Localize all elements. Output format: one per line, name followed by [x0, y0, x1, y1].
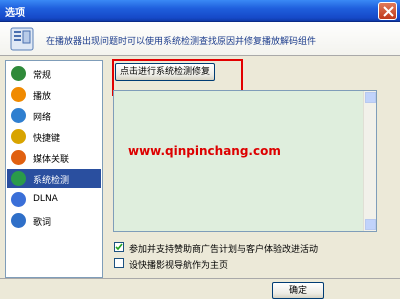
- sidebar-item-lyrics[interactable]: 歌词: [7, 211, 101, 230]
- sidebar-item-playback[interactable]: 播放: [7, 85, 101, 104]
- sidebar-item-label: DLNA: [33, 194, 58, 204]
- homepage-label: 设快播影视导航作为主页: [129, 261, 229, 271]
- page-header: 在播放器出现问题时可以使用系统检测查找原因并修复播放解码组件: [0, 22, 400, 56]
- system-check-header-icon: [10, 27, 34, 51]
- watermark-text: www.qinpinchang.com: [128, 144, 281, 158]
- footer-divider: [0, 278, 400, 279]
- dlna-icon: [11, 192, 26, 207]
- scroll-down-icon[interactable]: [365, 219, 376, 230]
- sidebar-item-label: 常规: [33, 71, 52, 81]
- header-description: 在播放器出现问题时可以使用系统检测查找原因并修复播放解码组件: [46, 37, 317, 47]
- result-scrollbar[interactable]: [363, 91, 376, 231]
- sidebar-item-label: 媒体关联: [33, 155, 70, 165]
- media-association-icon: [11, 150, 26, 165]
- sidebar-item-label: 播放: [33, 92, 52, 102]
- window-title: 选项: [5, 8, 25, 19]
- network-icon: [11, 108, 26, 123]
- play-icon: [11, 87, 26, 102]
- system-check-icon: [11, 171, 26, 186]
- sidebar-item-media-association[interactable]: 媒体关联: [7, 148, 101, 167]
- check-result-panel: [113, 90, 377, 232]
- scroll-up-icon[interactable]: [365, 92, 376, 103]
- ok-button[interactable]: 确定: [272, 282, 324, 299]
- homepage-checkbox[interactable]: [114, 258, 124, 268]
- sponsor-program-checkbox[interactable]: [114, 242, 124, 252]
- sidebar-item-label: 网络: [33, 113, 52, 123]
- sidebar-item-shortcuts[interactable]: 快捷键: [7, 127, 101, 146]
- sidebar: 常规 播放 网络 快捷键 媒体关联 系统检测 DLNA 歌词: [5, 60, 103, 278]
- checkmark-icon: [115, 243, 123, 251]
- sidebar-item-dlna[interactable]: DLNA: [7, 190, 101, 209]
- close-icon: [383, 6, 394, 17]
- lyrics-icon: [11, 213, 26, 228]
- sponsor-program-label: 参加并支持赞助商广告计划与客户体验改进活动: [129, 245, 319, 255]
- sidebar-item-label: 系统检测: [33, 176, 70, 186]
- sidebar-item-network[interactable]: 网络: [7, 106, 101, 125]
- sidebar-item-system-check[interactable]: 系统检测: [7, 169, 101, 188]
- sidebar-item-general[interactable]: 常规: [7, 64, 101, 83]
- sidebar-item-label: 快捷键: [33, 134, 61, 144]
- keyboard-icon: [11, 129, 26, 144]
- settings-icon: [11, 66, 26, 81]
- title-bar: 选项: [0, 0, 400, 22]
- close-button[interactable]: [378, 2, 397, 20]
- sidebar-item-label: 歌词: [33, 218, 52, 228]
